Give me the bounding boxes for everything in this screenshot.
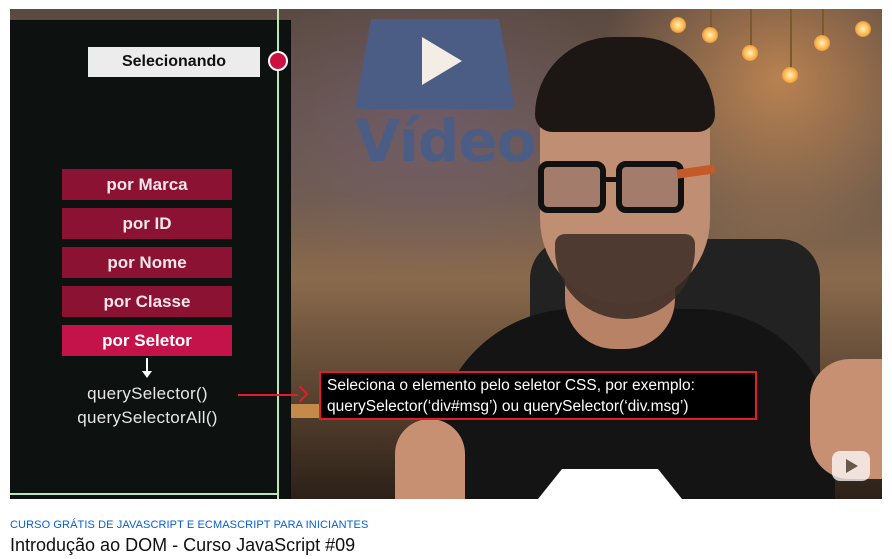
lamp-cord (790, 9, 792, 71)
glasses-lens-left (538, 161, 606, 213)
panel-border-line (277, 9, 279, 21)
lamp-bulb (702, 27, 718, 43)
explanation-caption: Seleciona o elemento pelo seletor CSS, p… (319, 371, 757, 420)
glasses-lens-right (616, 161, 684, 213)
caption-line: querySelector(‘div#msg’) ou querySelecto… (327, 398, 689, 415)
play-icon (422, 37, 462, 85)
lamp-cord (750, 9, 752, 49)
lamp-bulb (782, 67, 798, 83)
lamp-cord (710, 9, 712, 29)
selector-option-classe: por Classe (62, 286, 232, 317)
video-title: Introdução ao DOM - Curso JavaScript #09 (10, 535, 356, 555)
method-query-selector-all: querySelectorAll() (77, 408, 218, 427)
selector-option-seletor: por Seletor (62, 325, 232, 356)
arrow-right-icon (238, 394, 298, 396)
selector-option-id: por ID (62, 208, 232, 239)
panel-border-line (10, 493, 279, 495)
caption-line: Seleciona o elemento pelo seletor CSS, p… (327, 377, 695, 394)
lamp-bulb (814, 35, 830, 51)
lesson-overlay-panel: Selecionando por Marca por ID por Nome p… (10, 9, 290, 499)
lamp-bulb (855, 21, 871, 37)
youtube-watermark-icon[interactable] (832, 451, 870, 481)
brand-logo-text: Vídeo (355, 107, 536, 175)
page: Vídeo Selecionando por Marca por ID por … (0, 0, 892, 559)
host-hand-left (395, 419, 465, 499)
glasses-bridge (604, 177, 622, 182)
overlay-heading: Selecionando (88, 47, 260, 77)
lamp-bulb (742, 45, 758, 61)
lamp-bulb (670, 17, 686, 33)
heading-marker-dot (268, 51, 288, 71)
arrow-down-icon-head (142, 371, 152, 378)
selector-option-nome: por Nome (62, 247, 232, 278)
playlist-link[interactable]: CURSO GRÁTIS DE JAVASCRIPT E ECMASCRIPT … (10, 519, 368, 531)
selector-option-marca: por Marca (62, 169, 232, 200)
video-player[interactable]: Vídeo Selecionando por Marca por ID por … (10, 9, 882, 499)
